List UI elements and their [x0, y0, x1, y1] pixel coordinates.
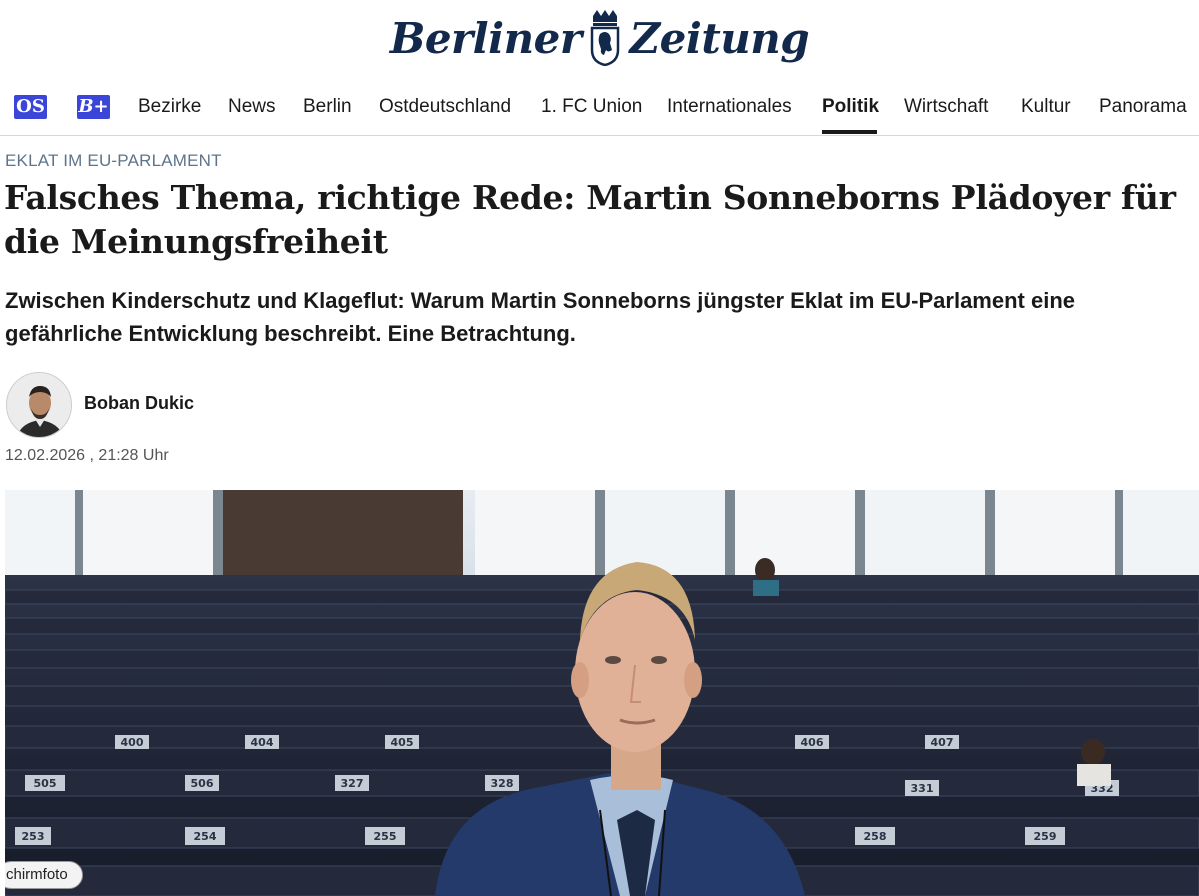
active-nav-indicator — [822, 130, 877, 134]
seat-number: 328 — [491, 777, 514, 790]
logo-word-right: Zeitung — [629, 13, 810, 63]
seat-number: 407 — [931, 736, 954, 749]
nav-item-bezirke[interactable]: Bezirke — [138, 96, 201, 118]
seat-number: 406 — [801, 736, 824, 749]
bear-crest-icon — [589, 10, 621, 67]
article-headline: Falsches Thema, richtige Rede: Martin So… — [4, 178, 1176, 261]
hero-image: 505 506 253 254 255 327 328 400 404 405 … — [5, 490, 1199, 896]
nav-item-fc-union[interactable]: 1. FC Union — [541, 96, 642, 118]
logo-word-left: Berliner — [389, 13, 582, 63]
author-avatar[interactable] — [6, 372, 72, 438]
seat-number: 331 — [911, 782, 934, 795]
nav-item-news[interactable]: News — [228, 96, 276, 118]
seat-number: 259 — [1034, 830, 1057, 843]
seat-number: 404 — [251, 736, 274, 749]
seat-number: 505 — [34, 777, 57, 790]
masthead: Berliner Zeitung — [0, 0, 1199, 82]
seat-number: 253 — [22, 830, 45, 843]
seat-number: 254 — [194, 830, 217, 843]
publish-date: 12.02.2026 , 21:28 Uhr — [5, 447, 169, 464]
nav-item-internationales[interactable]: Internationales — [667, 96, 792, 118]
image-caption-label: chirmfoto — [5, 861, 83, 889]
article-kicker: EKLAT IM EU-PARLAMENT — [5, 151, 222, 170]
nav-item-wirtschaft[interactable]: Wirtschaft — [904, 96, 988, 118]
nav-item-politik[interactable]: Politik — [822, 96, 879, 118]
author-byline: Boban Dukic — [6, 372, 406, 438]
seat-number: 258 — [864, 830, 887, 843]
nav-item-ostdeutschland[interactable]: Ostdeutschland — [379, 96, 511, 118]
nav-item-berlin[interactable]: Berlin — [303, 96, 352, 118]
seat-number: 400 — [121, 736, 144, 749]
main-navigation: OS B+ Bezirke News Berlin Ostdeutschland… — [0, 82, 1199, 136]
article-teaser: Zwischen Kinderschutz und Klageflut: War… — [5, 288, 1075, 346]
seat-number: 506 — [191, 777, 214, 790]
site-logo[interactable]: Berliner Zeitung — [0, 10, 1199, 74]
bplus-badge-button[interactable]: B+ — [77, 95, 110, 119]
nav-item-panorama[interactable]: Panorama — [1099, 96, 1187, 118]
seat-number: 255 — [374, 830, 397, 843]
os-badge-button[interactable]: OS — [14, 95, 47, 119]
nav-item-kultur[interactable]: Kultur — [1021, 96, 1071, 118]
seat-number: 405 — [391, 736, 414, 749]
author-name-link[interactable]: Boban Dukic — [84, 393, 194, 414]
seat-number: 327 — [341, 777, 364, 790]
